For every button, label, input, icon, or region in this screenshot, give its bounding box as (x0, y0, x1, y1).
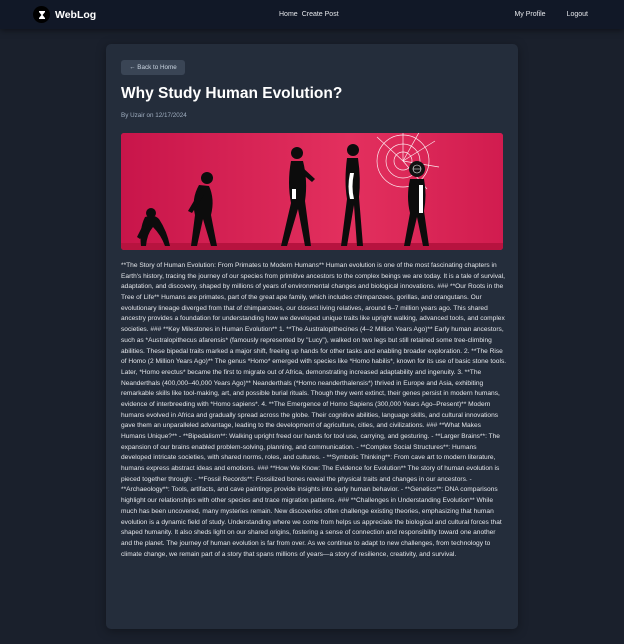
brand[interactable]: WebLog (33, 6, 96, 23)
nav-home-link[interactable]: Home (279, 11, 298, 18)
back-to-home-button[interactable]: ← Back to Home (121, 60, 185, 75)
nav-user-links: My Profile Logout (514, 11, 588, 18)
nav-create-post-link[interactable]: Create Post (302, 11, 339, 18)
post-card: ← Back to Home Why Study Human Evolution… (106, 44, 518, 629)
nav-my-profile-link[interactable]: My Profile (514, 11, 545, 18)
brand-name: WebLog (55, 8, 97, 21)
post-byline: By Uzair on 12/17/2024 (121, 112, 187, 119)
nav-links: Home Create Post (279, 0, 339, 29)
nav-logout-link[interactable]: Logout (567, 11, 588, 18)
post-title: Why Study Human Evolution? (121, 85, 343, 102)
navbar: WebLog Home Create Post My Profile Logou… (0, 0, 624, 29)
hourglass-icon (33, 6, 50, 23)
hero-image (121, 133, 503, 250)
post-body: **The Story of Human Evolution: From Pri… (121, 262, 507, 558)
